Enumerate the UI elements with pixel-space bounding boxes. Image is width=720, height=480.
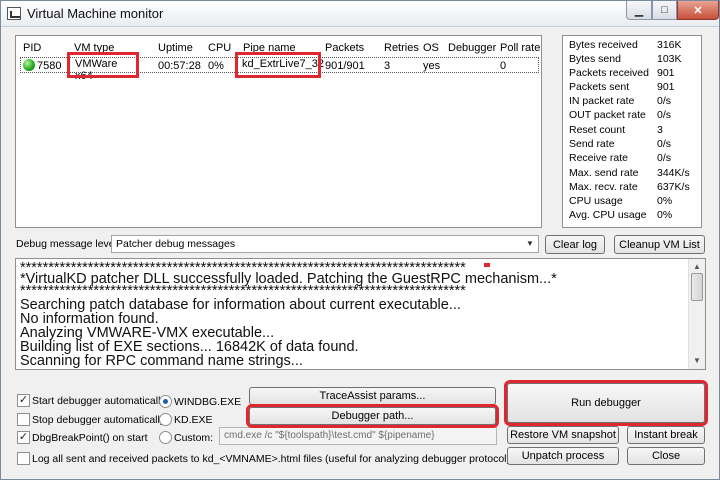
kd-radio-label: KD.EXE: [174, 414, 213, 426]
dbg-breakpoint-on-start-checkbox[interactable]: ✓: [17, 431, 30, 444]
chevron-down-icon[interactable]: ▼: [524, 238, 536, 250]
stat-value: 0/s: [657, 95, 672, 107]
start-debugger-auto-label: Start debugger automatically: [32, 395, 166, 407]
stat-label: Send rate: [569, 138, 615, 150]
column-header-cpu[interactable]: CPU: [208, 42, 231, 54]
cell-pid: 7580: [37, 60, 62, 72]
statistics-panel: Bytes received 316K Bytes send 103K Packet…: [562, 35, 702, 228]
column-header-poll-rate[interactable]: Poll rate: [500, 42, 540, 54]
log-all-packets-label: Log all sent and received packets to kd_…: [32, 453, 511, 465]
column-header-pid[interactable]: PID: [23, 42, 41, 54]
stat-label: Bytes send: [569, 53, 621, 65]
column-header-packets[interactable]: Packets: [325, 42, 364, 54]
kd-radio[interactable]: [159, 413, 172, 426]
scrollbar-thumb[interactable]: [691, 273, 703, 301]
column-header-vm-type[interactable]: VM type: [74, 42, 114, 54]
title-bar[interactable]: Virtual Machine monitor ▁ □ ✕: [1, 1, 719, 27]
monitor-app-icon: [7, 7, 21, 20]
stat-value: 0%: [657, 209, 673, 221]
text-cursor-marker: [484, 263, 490, 267]
log-scrollbar[interactable]: ▲ ▼: [688, 259, 705, 369]
log-line: Scanning for RPC command name strings...: [20, 353, 303, 369]
stat-value: 637K/s: [657, 181, 690, 193]
custom-debugger-command-value: cmd.exe /c "${toolspath}\test.cmd" ${pip…: [224, 430, 435, 441]
custom-radio-label: Custom:: [174, 432, 214, 444]
stat-value: 103K: [657, 53, 682, 65]
debug-level-label: Debug message level:: [16, 238, 120, 250]
stat-label: Max. recv. rate: [569, 181, 638, 193]
minimize-button[interactable]: ▁: [626, 1, 652, 20]
custom-debugger-command-field[interactable]: cmd.exe /c "${toolspath}\test.cmd" ${pip…: [219, 427, 497, 445]
column-header-debugger[interactable]: Debugger: [448, 42, 496, 54]
column-header-pipe-name[interactable]: Pipe name: [243, 42, 296, 54]
stat-value: 316K: [657, 39, 682, 51]
restore-vm-snapshot-button[interactable]: Restore VM snapshot: [507, 426, 619, 444]
stat-value: 3: [657, 124, 663, 136]
vm-running-status-icon: [23, 59, 35, 71]
cell-packets: 901/901: [325, 60, 365, 72]
cell-uptime: 00:57:28: [158, 60, 201, 72]
stop-debugger-auto-checkbox[interactable]: [17, 413, 30, 426]
stat-label: Receive rate: [569, 152, 628, 164]
debugger-path-button[interactable]: Debugger path...: [246, 404, 499, 428]
windbg-radio[interactable]: [159, 395, 172, 408]
windbg-radio-label: WINDBG.EXE: [174, 396, 242, 408]
cell-retries: 3: [384, 60, 391, 72]
custom-radio[interactable]: [159, 431, 172, 444]
cell-vm-type: VMWare x64: [67, 52, 139, 82]
cleanup-vm-list-button[interactable]: Cleanup VM List: [614, 235, 705, 254]
stat-value: 0%: [657, 195, 673, 207]
maximize-button[interactable]: □: [652, 1, 677, 20]
column-header-retries[interactable]: Retries: [384, 42, 419, 54]
stat-value: 0/s: [657, 152, 672, 164]
stop-debugger-auto-label: Stop debugger automatically: [32, 414, 166, 426]
stat-label: Avg. CPU usage: [569, 209, 647, 221]
stat-label: CPU usage: [569, 195, 623, 207]
debug-level-select[interactable]: Patcher debug messages ▼: [111, 235, 539, 253]
stat-label: Max. send rate: [569, 167, 639, 179]
stat-value: 901: [657, 81, 675, 93]
scroll-down-arrow-icon[interactable]: ▼: [689, 353, 705, 369]
traceassist-params-button[interactable]: TraceAssist params...: [249, 387, 496, 405]
log-output[interactable]: ****************************************…: [15, 258, 706, 370]
log-all-packets-checkbox[interactable]: [17, 452, 30, 465]
stat-label: Reset count: [569, 124, 626, 136]
stat-label: OUT packet rate: [569, 109, 646, 121]
debug-level-value: Patcher debug messages: [116, 238, 236, 250]
cell-pipe-name: kd_ExtrLive7_32: [235, 52, 324, 78]
dbg-breakpoint-on-start-label: DbgBreakPoint() on start: [32, 432, 148, 444]
close-button[interactable]: Close: [627, 447, 705, 465]
vm-monitor-window: Virtual Machine monitor ▁ □ ✕ PID VM typ…: [0, 0, 720, 480]
clear-log-button[interactable]: Clear log: [545, 235, 605, 254]
column-header-os[interactable]: OS: [423, 42, 439, 54]
column-header-uptime[interactable]: Uptime: [158, 42, 193, 54]
cell-poll-rate: 0: [500, 60, 507, 72]
stat-label: Packets sent: [569, 81, 630, 93]
cell-cpu: 0%: [208, 60, 224, 72]
stat-value: 344K/s: [657, 167, 690, 179]
stat-label: Bytes received: [569, 39, 638, 51]
stat-value: 0/s: [657, 138, 672, 150]
close-window-button[interactable]: ✕: [677, 1, 719, 20]
window-title: Virtual Machine monitor: [27, 6, 164, 21]
stat-value: 901: [657, 67, 675, 79]
stat-label: Packets received: [569, 67, 649, 79]
start-debugger-auto-checkbox[interactable]: ✓: [17, 394, 30, 407]
stat-value: 0/s: [657, 109, 672, 121]
instant-break-button[interactable]: Instant break: [627, 426, 705, 444]
stat-label: IN packet rate: [569, 95, 635, 107]
vm-list[interactable]: PID VM type Uptime CPU Pipe name Packets…: [15, 35, 542, 228]
run-debugger-button[interactable]: Run debugger: [504, 380, 708, 426]
unpatch-process-button[interactable]: Unpatch process: [507, 447, 619, 465]
cell-os: yes: [423, 60, 441, 72]
